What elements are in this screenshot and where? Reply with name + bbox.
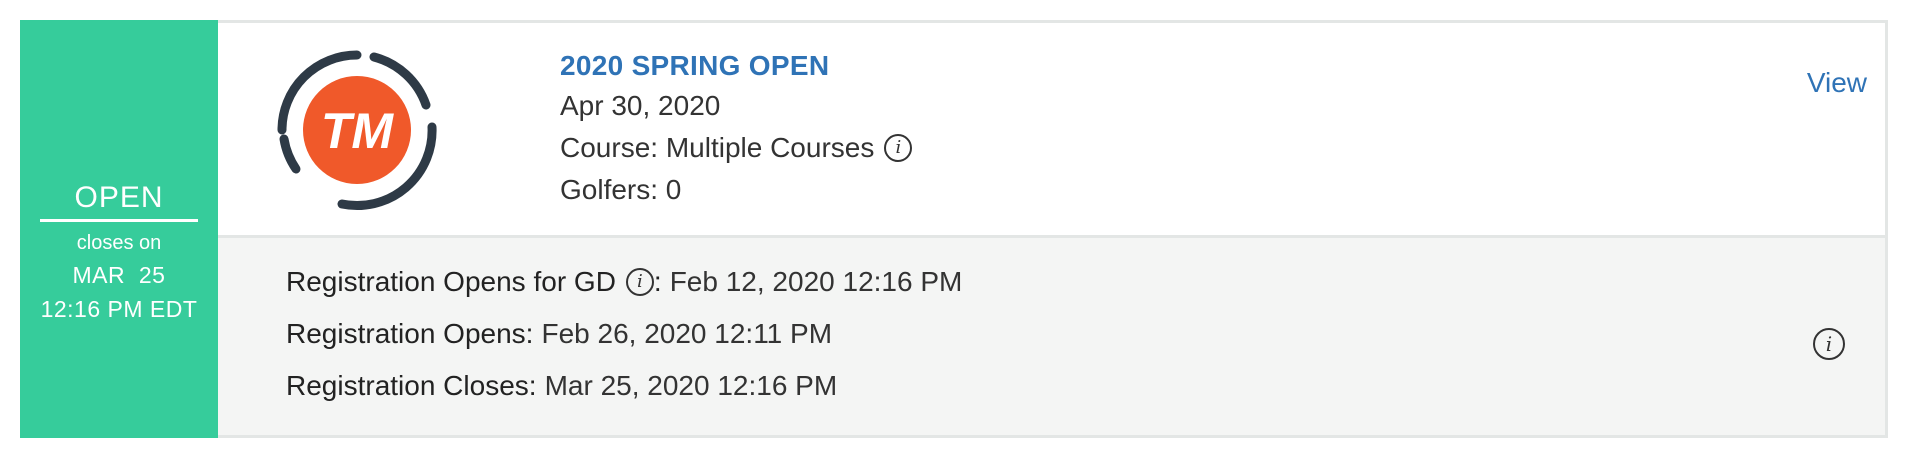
registration-opens-gd-row: Registration Opens for GD i : Feb 12, 20…	[286, 256, 962, 308]
main-column: TM 2020 SPRING OPEN Apr 30, 2020 Course:…	[218, 23, 1885, 435]
status-close-time: 12:16 PM EDT	[40, 295, 198, 322]
registration-closes-label: Registration Closes:	[286, 370, 537, 401]
registration-opens-value: Feb 26, 2020 12:11 PM	[541, 318, 833, 349]
gd-info-icon[interactable]: i	[625, 268, 654, 296]
status-closes-label: closes on	[76, 231, 162, 254]
event-course: Course: Multiple Courses	[560, 132, 875, 163]
view-link[interactable]: View	[1807, 67, 1867, 99]
registration-closes-row: Registration Closes: Mar 25, 2020 12:16 …	[286, 360, 962, 412]
status-column: OPEN closes on MAR 25 12:16 PM EDT	[20, 20, 218, 438]
registration-opens-label: Registration Opens:	[286, 318, 534, 349]
event-info: 2020 SPRING OPEN Apr 30, 2020 Course: Mu…	[560, 47, 913, 211]
logo-text: TM	[321, 103, 395, 159]
registration-list: Registration Opens for GD i : Feb 12, 20…	[286, 256, 962, 412]
registration-opens-gd-label: Registration Opens for GD	[286, 266, 616, 297]
event-summary: TM 2020 SPRING OPEN Apr 30, 2020 Course:…	[218, 23, 1885, 238]
status-label: OPEN	[40, 181, 198, 222]
tm-logo: TM	[277, 50, 437, 211]
event-date: Apr 30, 2020	[560, 90, 721, 121]
registration-opens-gd-value: Feb 12, 2020 12:16 PM	[669, 266, 963, 297]
status-close-date: MAR 25	[72, 261, 166, 288]
event-course-row: Course: Multiple Courses i	[560, 127, 913, 169]
event-golfers: Golfers: 0	[560, 174, 682, 205]
registration-info-icon[interactable]: i	[1813, 328, 1845, 360]
course-info-icon[interactable]: i	[884, 134, 913, 162]
event-title[interactable]: 2020 SPRING OPEN	[560, 47, 912, 85]
registration-panel: Registration Opens for GD i : Feb 12, 20…	[218, 238, 1885, 435]
tournament-card: OPEN closes on MAR 25 12:16 PM EDT TM 20…	[20, 20, 1888, 438]
registration-opens-row: Registration Opens: Feb 26, 2020 12:11 P…	[286, 308, 962, 360]
registration-closes-value: Mar 25, 2020 12:16 PM	[544, 370, 838, 401]
colon-separator: :	[653, 266, 662, 297]
